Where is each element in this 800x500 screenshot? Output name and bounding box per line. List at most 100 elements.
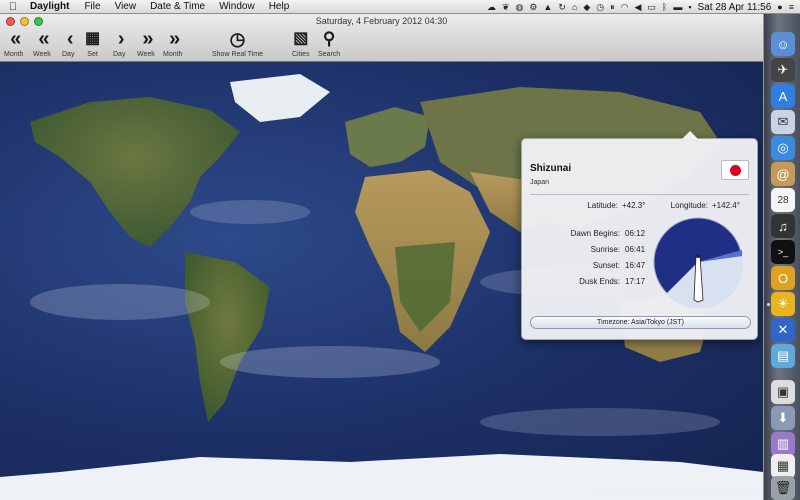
finder-icon[interactable]: ☺ xyxy=(771,32,795,56)
forward-week-button[interactable]: » Week xyxy=(137,28,155,58)
longitude-value: +142.4° xyxy=(712,201,740,210)
apple-icon[interactable]:  xyxy=(0,1,26,13)
menu-file[interactable]: File xyxy=(77,1,107,12)
cloud-icon[interactable]: ☁ xyxy=(487,2,496,13)
show-real-time-label: Show Real Time xyxy=(212,51,263,58)
opera-icon[interactable]: O xyxy=(771,266,795,290)
daylight-dial xyxy=(653,217,743,308)
launchpad-icon[interactable]: ✈ xyxy=(771,58,795,82)
menu-window[interactable]: Window xyxy=(212,1,262,12)
running-indicator xyxy=(767,303,770,306)
globe-icon[interactable]: ◍ xyxy=(515,2,523,13)
maps-icon[interactable]: ▤ xyxy=(771,344,795,368)
hat-icon[interactable]: ▲ xyxy=(543,2,552,12)
menu-date-time[interactable]: Date & Time xyxy=(143,1,212,12)
list-icon[interactable]: ≡ xyxy=(789,2,794,12)
screen:  Daylight File View Date & Time Window … xyxy=(0,0,800,500)
japan-flag-icon xyxy=(721,160,749,180)
search-label: Search xyxy=(318,51,341,58)
clock-icon: ◷ xyxy=(229,29,246,49)
dawn-label: Dawn Begins: xyxy=(570,229,620,238)
pause-icon[interactable]: ⏸ xyxy=(610,2,615,13)
terminal-icon[interactable]: >_ xyxy=(771,240,795,264)
downloads-icon[interactable]: ⬇ xyxy=(771,406,795,430)
flag-disc xyxy=(730,165,741,176)
dawn-value: 06:12 xyxy=(625,229,646,238)
double-chevron-right-icon: » xyxy=(142,28,153,50)
daylight-app-icon[interactable]: ☀ xyxy=(771,292,795,316)
popup-divider xyxy=(530,194,749,195)
latitude-label: Latitude: xyxy=(587,201,618,210)
calendar-icon: ▦ xyxy=(85,30,101,47)
search-icon: ⚲ xyxy=(322,29,336,48)
forward-day-label: Day xyxy=(113,51,126,58)
user-icon[interactable]: ● xyxy=(777,2,782,12)
calendar-icon[interactable]: 28 xyxy=(771,188,795,212)
longitude-label: Longitude: xyxy=(670,201,708,210)
sync-icon[interactable]: ↻ xyxy=(558,2,566,13)
preview-icon[interactable]: ▣ xyxy=(771,380,795,404)
double-chevron-left-icon: « xyxy=(10,28,21,50)
timezone-button[interactable]: Timezone: Asia/Tokyo (JST) xyxy=(530,316,751,329)
safari-icon[interactable]: ◎ xyxy=(771,136,795,160)
status-menu-area: ☁ ❦ ◍ ⚙ ▲ ↻ ⌂ ◆ ◷ ⏸ ◠ ◀ ▭ ᛒ ▬ ▪ Sat 28 A… xyxy=(487,0,794,14)
forward-month-label: Month xyxy=(163,51,183,58)
cities-label: Cities xyxy=(292,51,310,58)
window-title: Saturday, 4 February 2012 04:30 xyxy=(315,16,448,26)
menubar-clock[interactable]: Sat 28 Apr 11:56 xyxy=(698,2,772,13)
sunset-label: Sunset: xyxy=(592,261,620,270)
menu-help[interactable]: Help xyxy=(262,1,297,12)
address-book-icon[interactable]: @ xyxy=(771,162,795,186)
daylight-window: Saturday, 4 February 2012 04:30 « Month … xyxy=(0,14,763,500)
chevron-right-icon: › xyxy=(117,28,124,50)
display-icon[interactable]: ▭ xyxy=(647,2,656,13)
forward-week-label: Week xyxy=(137,51,155,58)
app-menu[interactable]: Daylight xyxy=(26,1,77,12)
wifi-icon[interactable]: ◠ xyxy=(621,2,629,13)
europe xyxy=(345,107,430,167)
back-month-button[interactable]: « Month xyxy=(4,28,23,58)
dusk-label: Dusk Ends: xyxy=(579,277,620,286)
chevron-left-icon: ‹ xyxy=(66,28,73,50)
double-chevron-right-icon: » xyxy=(169,28,180,50)
forward-month-button[interactable]: » Month xyxy=(163,28,182,58)
itunes-icon[interactable]: ♫ xyxy=(771,214,795,238)
cities-button[interactable]: ▧ Cities xyxy=(292,28,310,58)
menu-view[interactable]: View xyxy=(108,1,144,12)
back-day-label: Day xyxy=(62,51,75,58)
bluetooth-icon[interactable]: ᛒ xyxy=(662,2,667,12)
battery-icon[interactable]: ▬ xyxy=(673,2,682,12)
show-real-time-button[interactable]: ◷ Show Real Time xyxy=(212,28,263,58)
shield-icon[interactable]: ◆ xyxy=(583,2,590,13)
city-info-popup: Shizunai Japan Latitude: +42.3° Longitud… xyxy=(521,131,758,340)
country-name: Japan xyxy=(530,179,550,186)
time-machine-icon[interactable]: ◷ xyxy=(596,2,604,13)
forward-day-button[interactable]: › Day xyxy=(113,28,125,58)
bank-icon[interactable]: ⌂ xyxy=(572,2,577,12)
documents-icon[interactable]: ▥ xyxy=(771,432,795,456)
double-chevron-left-icon: « xyxy=(38,28,49,50)
trash-icon[interactable]: 🗑 xyxy=(771,476,795,500)
paw-icon[interactable]: ❦ xyxy=(502,2,510,13)
clouds-updated-status: Clouds updated: 2012-04-28 15:50:18 +000… xyxy=(597,488,757,497)
set-date-label: Set xyxy=(87,51,98,58)
menu-bar:  Daylight File View Date & Time Window … xyxy=(0,0,800,14)
dusk-value: 17:17 xyxy=(625,277,646,286)
back-month-label: Month xyxy=(4,51,24,58)
app-store-icon[interactable]: A xyxy=(771,84,795,108)
volume-icon[interactable]: ◀ xyxy=(634,2,641,13)
stack-icon[interactable]: ▦ xyxy=(771,454,795,478)
xcode-icon[interactable]: ✕ xyxy=(771,318,795,342)
dock: ☺ ✈ A ✉ ◎ @ 28 ♫ >_ O ☀ ✕ ▤ ▣ ⬇ ▥ ▦ 🗑 xyxy=(763,14,800,500)
flag-icon[interactable]: ▪ xyxy=(688,2,691,12)
north-america xyxy=(30,97,240,247)
back-week-button[interactable]: « Week xyxy=(33,28,51,58)
mail-icon[interactable]: ✉ xyxy=(771,110,795,134)
gear-icon[interactable]: ⚙ xyxy=(529,2,537,13)
back-day-button[interactable]: ‹ Day xyxy=(62,28,74,58)
search-button[interactable]: ⚲ Search xyxy=(318,28,340,58)
back-week-label: Week xyxy=(33,51,51,58)
city-name: Shizunai xyxy=(530,163,572,174)
set-date-button[interactable]: ▦ Set xyxy=(85,28,100,58)
sunrise-label: Sunrise: xyxy=(590,245,620,254)
